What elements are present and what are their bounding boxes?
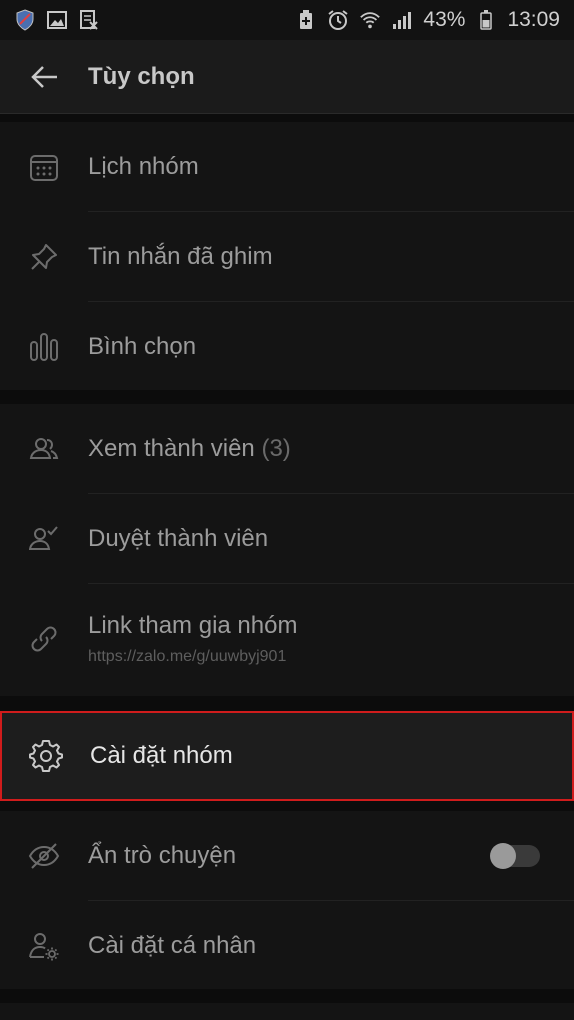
app-bar: Tùy chọn: [0, 40, 574, 114]
personal-settings-item[interactable]: Cài đặt cá nhân: [0, 901, 574, 991]
group-settings-label: Cài đặt nhóm: [90, 742, 233, 769]
member-count: (3): [261, 434, 291, 462]
status-left: [14, 9, 100, 31]
battery-percent: 43%: [423, 8, 466, 31]
view-members-label: Xem thành viên: [88, 434, 255, 462]
sheet-icon: [78, 9, 100, 31]
battery-icon: [475, 9, 497, 31]
approve-members-icon: [0, 494, 88, 584]
group-settings-item[interactable]: Cài đặt nhóm: [0, 711, 574, 801]
group-tools-section: Lịch nhóm Tin nhắn đã ghim Bình chọn: [0, 122, 574, 390]
members-section: Xem thành viên (3) Duyệt thành viên Link…: [0, 404, 574, 696]
approve-members-item[interactable]: Duyệt thành viên: [0, 494, 574, 584]
status-right: 43% 13:09: [295, 8, 560, 32]
calendar-icon: [0, 122, 88, 212]
image-icon: [46, 9, 68, 31]
battery-saver-icon: [295, 9, 317, 31]
personal-section: Ẩn trò chuyện Cài đặt cá nhân: [0, 811, 574, 989]
approve-members-label: Duyệt thành viên: [88, 524, 269, 552]
gear-icon: [2, 713, 90, 799]
personal-settings-label: Cài đặt cá nhân: [88, 932, 257, 959]
eye-off-icon: [0, 811, 88, 901]
poll-label: Bình chọn: [88, 333, 197, 360]
poll-icon: [0, 302, 88, 392]
clock: 13:09: [507, 8, 560, 31]
join-link-label: Link tham gia nhóm: [88, 612, 298, 639]
shield-icon: [14, 9, 36, 31]
next-section-stub: [0, 1003, 574, 1020]
hide-chat-item[interactable]: Ẩn trò chuyện: [0, 811, 574, 901]
status-bar: 43% 13:09: [0, 0, 574, 40]
members-icon: [0, 404, 88, 494]
wifi-icon: [359, 9, 381, 31]
group-calendar-item[interactable]: Lịch nhóm: [0, 122, 574, 212]
alarm-icon: [327, 9, 349, 31]
pinned-messages-label: Tin nhắn đã ghim: [88, 242, 273, 270]
view-members-item[interactable]: Xem thành viên (3): [0, 404, 574, 494]
back-button[interactable]: [0, 40, 88, 114]
poll-item[interactable]: Bình chọn: [0, 302, 574, 392]
user-settings-icon: [0, 901, 88, 991]
arrow-left-icon: [31, 65, 57, 88]
link-icon: [0, 584, 88, 694]
join-link-item[interactable]: Link tham gia nhóm https://zalo.me/g/uuw…: [0, 584, 574, 694]
group-calendar-label: Lịch nhóm: [88, 152, 199, 180]
pinned-messages-item[interactable]: Tin nhắn đã ghim: [0, 212, 574, 302]
page-title: Tùy chọn: [88, 62, 195, 90]
join-link-url[interactable]: https://zalo.me/g/uuwbyj901: [88, 648, 574, 666]
hide-chat-toggle[interactable]: [490, 843, 540, 869]
toggle-knob: [490, 843, 516, 869]
signal-icon: [391, 9, 413, 31]
pin-icon: [0, 212, 88, 302]
